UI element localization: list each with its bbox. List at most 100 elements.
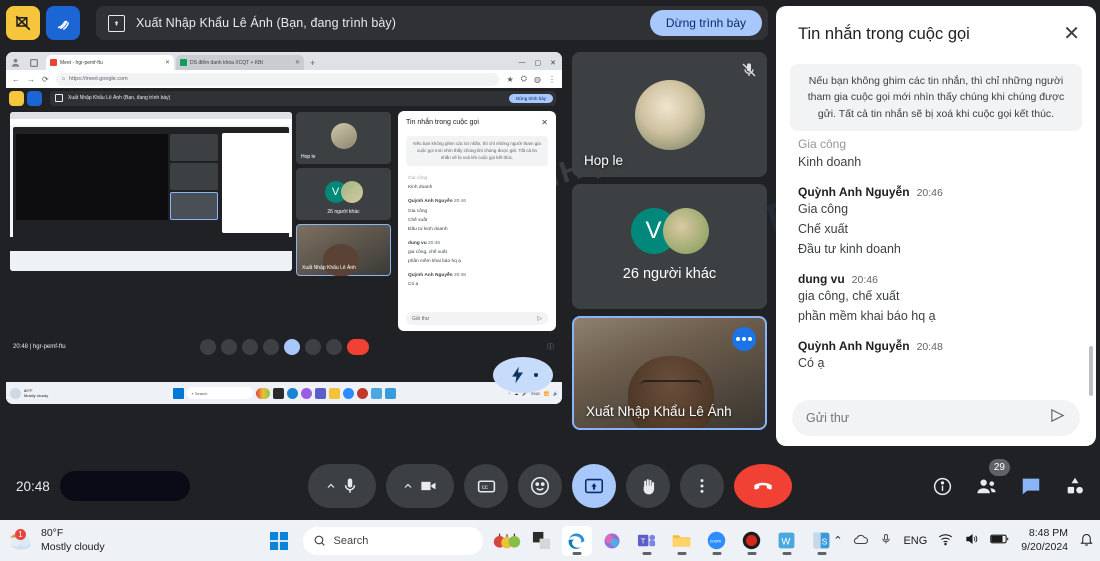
tile-hop-le[interactable]: Hop le — [572, 52, 767, 177]
windows-start-icon[interactable] — [264, 526, 294, 556]
message-author: dung vu — [798, 272, 845, 287]
svg-text:S: S — [822, 536, 828, 546]
annotate-off-icon[interactable] — [9, 90, 24, 106]
meeting-details-button[interactable] — [932, 476, 953, 497]
teams-icon[interactable]: T — [632, 526, 662, 556]
presentation-label: Xuất Nhập Khẩu Lê Ánh (Bạn, đang trình b… — [136, 16, 397, 30]
tile-label: 26 người khác — [622, 266, 717, 282]
mini-tile-self[interactable]: Xuất Nhập Khẩu Lê Ánh — [296, 224, 391, 276]
shared-tab-sheet[interactable]: DS điểm danh khóa XCQT + KBt ✕ — [176, 55, 304, 70]
chat-title: Tin nhắn trong cuộc gọi — [798, 24, 970, 43]
annotate-off-icon[interactable] — [6, 6, 40, 40]
video-camera-icon — [421, 481, 436, 491]
bell-icon[interactable] — [1079, 532, 1094, 550]
send-icon[interactable]: ▷ — [537, 315, 542, 322]
tile-other-participants[interactable]: V 26 người khác — [572, 184, 767, 309]
stop-presenting-button[interactable]: Dừng trình bày — [649, 10, 762, 36]
microphone-icon[interactable] — [880, 532, 892, 549]
chevron-up-icon — [404, 483, 412, 488]
clipped-message-line: Kinh doanh — [798, 155, 862, 170]
person-icon — [10, 55, 23, 68]
pen-squiggle-icon[interactable] — [46, 6, 80, 40]
shared-screen-stage[interactable]: Meet - hgr-pemf-ftu ✕ DS điểm danh khóa … — [6, 52, 562, 404]
mini-tile-hop-le[interactable]: Hop le — [296, 112, 391, 164]
floating-reaction-blob[interactable] — [493, 357, 553, 393]
language-indicator[interactable]: ENG — [903, 535, 927, 547]
profile-icon[interactable]: ◍ — [534, 75, 541, 84]
chat-button[interactable] — [1020, 475, 1042, 497]
search-input[interactable]: Search — [302, 526, 483, 555]
secondary-controls: 29 — [932, 458, 1086, 498]
mini-tile-label: Xuất Nhập Khẩu Lê Ánh — [302, 265, 356, 271]
activities-button[interactable] — [1064, 475, 1086, 497]
camera-button[interactable] — [386, 464, 454, 508]
dot-icon — [534, 373, 538, 377]
wps-s-icon[interactable]: S — [807, 526, 837, 556]
meet-favicon — [50, 59, 57, 66]
zoom-icon[interactable]: zoom — [702, 526, 732, 556]
search-placeholder: Search — [333, 534, 369, 547]
mini-tile-others[interactable]: V 26 người khác — [296, 168, 391, 220]
mini-shared-screen — [10, 112, 292, 271]
close-icon[interactable]: ✕ — [165, 59, 170, 66]
edge-icon[interactable] — [561, 525, 592, 556]
copilot-icon[interactable] — [597, 526, 627, 556]
browser-menu-icon[interactable]: ⋮ — [548, 75, 556, 84]
speaker-icon[interactable] — [964, 532, 979, 549]
back-arrow-icon[interactable]: ← — [12, 75, 20, 84]
microphone-button[interactable] — [308, 464, 376, 508]
phone-hangup-icon — [754, 482, 772, 490]
raise-hand-button[interactable] — [626, 464, 670, 508]
wps-w-icon[interactable]: W — [772, 526, 802, 556]
system-tray: ⌃ ENG 8:48 PM 9/20/2024 — [833, 527, 1094, 554]
svg-text:cc: cc — [481, 484, 487, 491]
wifi-icon[interactable] — [938, 533, 953, 549]
mini-tile-label: 26 người khác — [327, 209, 360, 215]
reload-icon[interactable]: ⟳ — [42, 75, 49, 84]
message-line: Có ạ — [798, 356, 825, 371]
chat-bubble-icon — [1022, 478, 1040, 495]
more-options-button[interactable] — [680, 464, 724, 508]
battery-icon[interactable] — [990, 533, 1010, 548]
captions-button[interactable]: cc — [464, 464, 508, 508]
mini-presentation-topbar: Xuất Nhập Khẩu Lê Ánh (Bạn, đang trình b… — [6, 88, 562, 108]
chat-privacy-notice: Nếu bạn không ghim các tin nhắn, thì chỉ… — [790, 64, 1082, 131]
close-icon[interactable]: ✕ — [295, 59, 300, 66]
window-controls[interactable]: — ▢ ✕ — [519, 59, 563, 67]
chat-scrollbar[interactable] — [1089, 346, 1093, 396]
leave-call-button[interactable] — [734, 464, 792, 508]
present-button[interactable] — [572, 464, 616, 508]
shared-tab-meet[interactable]: Meet - hgr-pemf-ftu ✕ — [46, 55, 174, 70]
mini-info-icon[interactable]: ⓘ — [547, 342, 554, 352]
windows-taskbar: 1 80°F Mostly cloudy Search T zoom W S ⌃… — [0, 520, 1100, 561]
chat-message-input[interactable] — [806, 411, 1041, 425]
record-icon[interactable] — [737, 526, 767, 556]
activities-shapes-icon — [1067, 477, 1083, 494]
mini-stop-presenting-button[interactable]: Dừng trình bày — [508, 93, 553, 103]
clock-date: 9/20/2024 — [1021, 540, 1068, 553]
forward-arrow-icon[interactable]: → — [27, 75, 35, 84]
close-icon[interactable]: ✕ — [1063, 24, 1080, 44]
tile-self-video[interactable]: Xuất Nhập Khẩu Lê Ánh — [572, 316, 767, 430]
send-icon[interactable] — [1049, 407, 1066, 429]
address-bar[interactable]: ⌂ https://meet.google.com — [55, 72, 500, 86]
chevron-up-icon[interactable]: ⌃ — [833, 534, 842, 547]
cloud-icon[interactable] — [853, 533, 869, 549]
pen-squiggle-icon[interactable] — [27, 90, 42, 106]
extensions-icon[interactable]: ⛭ — [521, 74, 527, 84]
taskbar-clock[interactable]: 8:48 PM 9/20/2024 — [1021, 527, 1068, 554]
in-call-messages-panel: Tin nhắn trong cuộc gọi ✕ Nếu bạn không … — [776, 6, 1096, 446]
fruit-widget-icon[interactable] — [492, 526, 522, 556]
close-icon[interactable]: ✕ — [541, 118, 548, 127]
people-button[interactable]: 29 — [975, 458, 1010, 498]
star-icon[interactable]: ★ — [506, 75, 513, 84]
reactions-button[interactable] — [518, 464, 562, 508]
more-options-icon[interactable] — [732, 327, 756, 351]
new-tab-button[interactable]: + — [310, 58, 315, 68]
chat-message-list[interactable]: Gia công Kinh doanh Quỳnh Anh Nguyễn 20:… — [776, 136, 1096, 390]
emoji-smile-icon — [530, 476, 550, 496]
mini-presentation-banner: Xuất Nhập Khẩu Lê Ánh (Bạn, đang trình b… — [50, 90, 556, 106]
folder-icon[interactable] — [667, 526, 697, 556]
explorer-dark-icon[interactable] — [527, 526, 557, 556]
chat-input-container[interactable] — [792, 400, 1080, 436]
